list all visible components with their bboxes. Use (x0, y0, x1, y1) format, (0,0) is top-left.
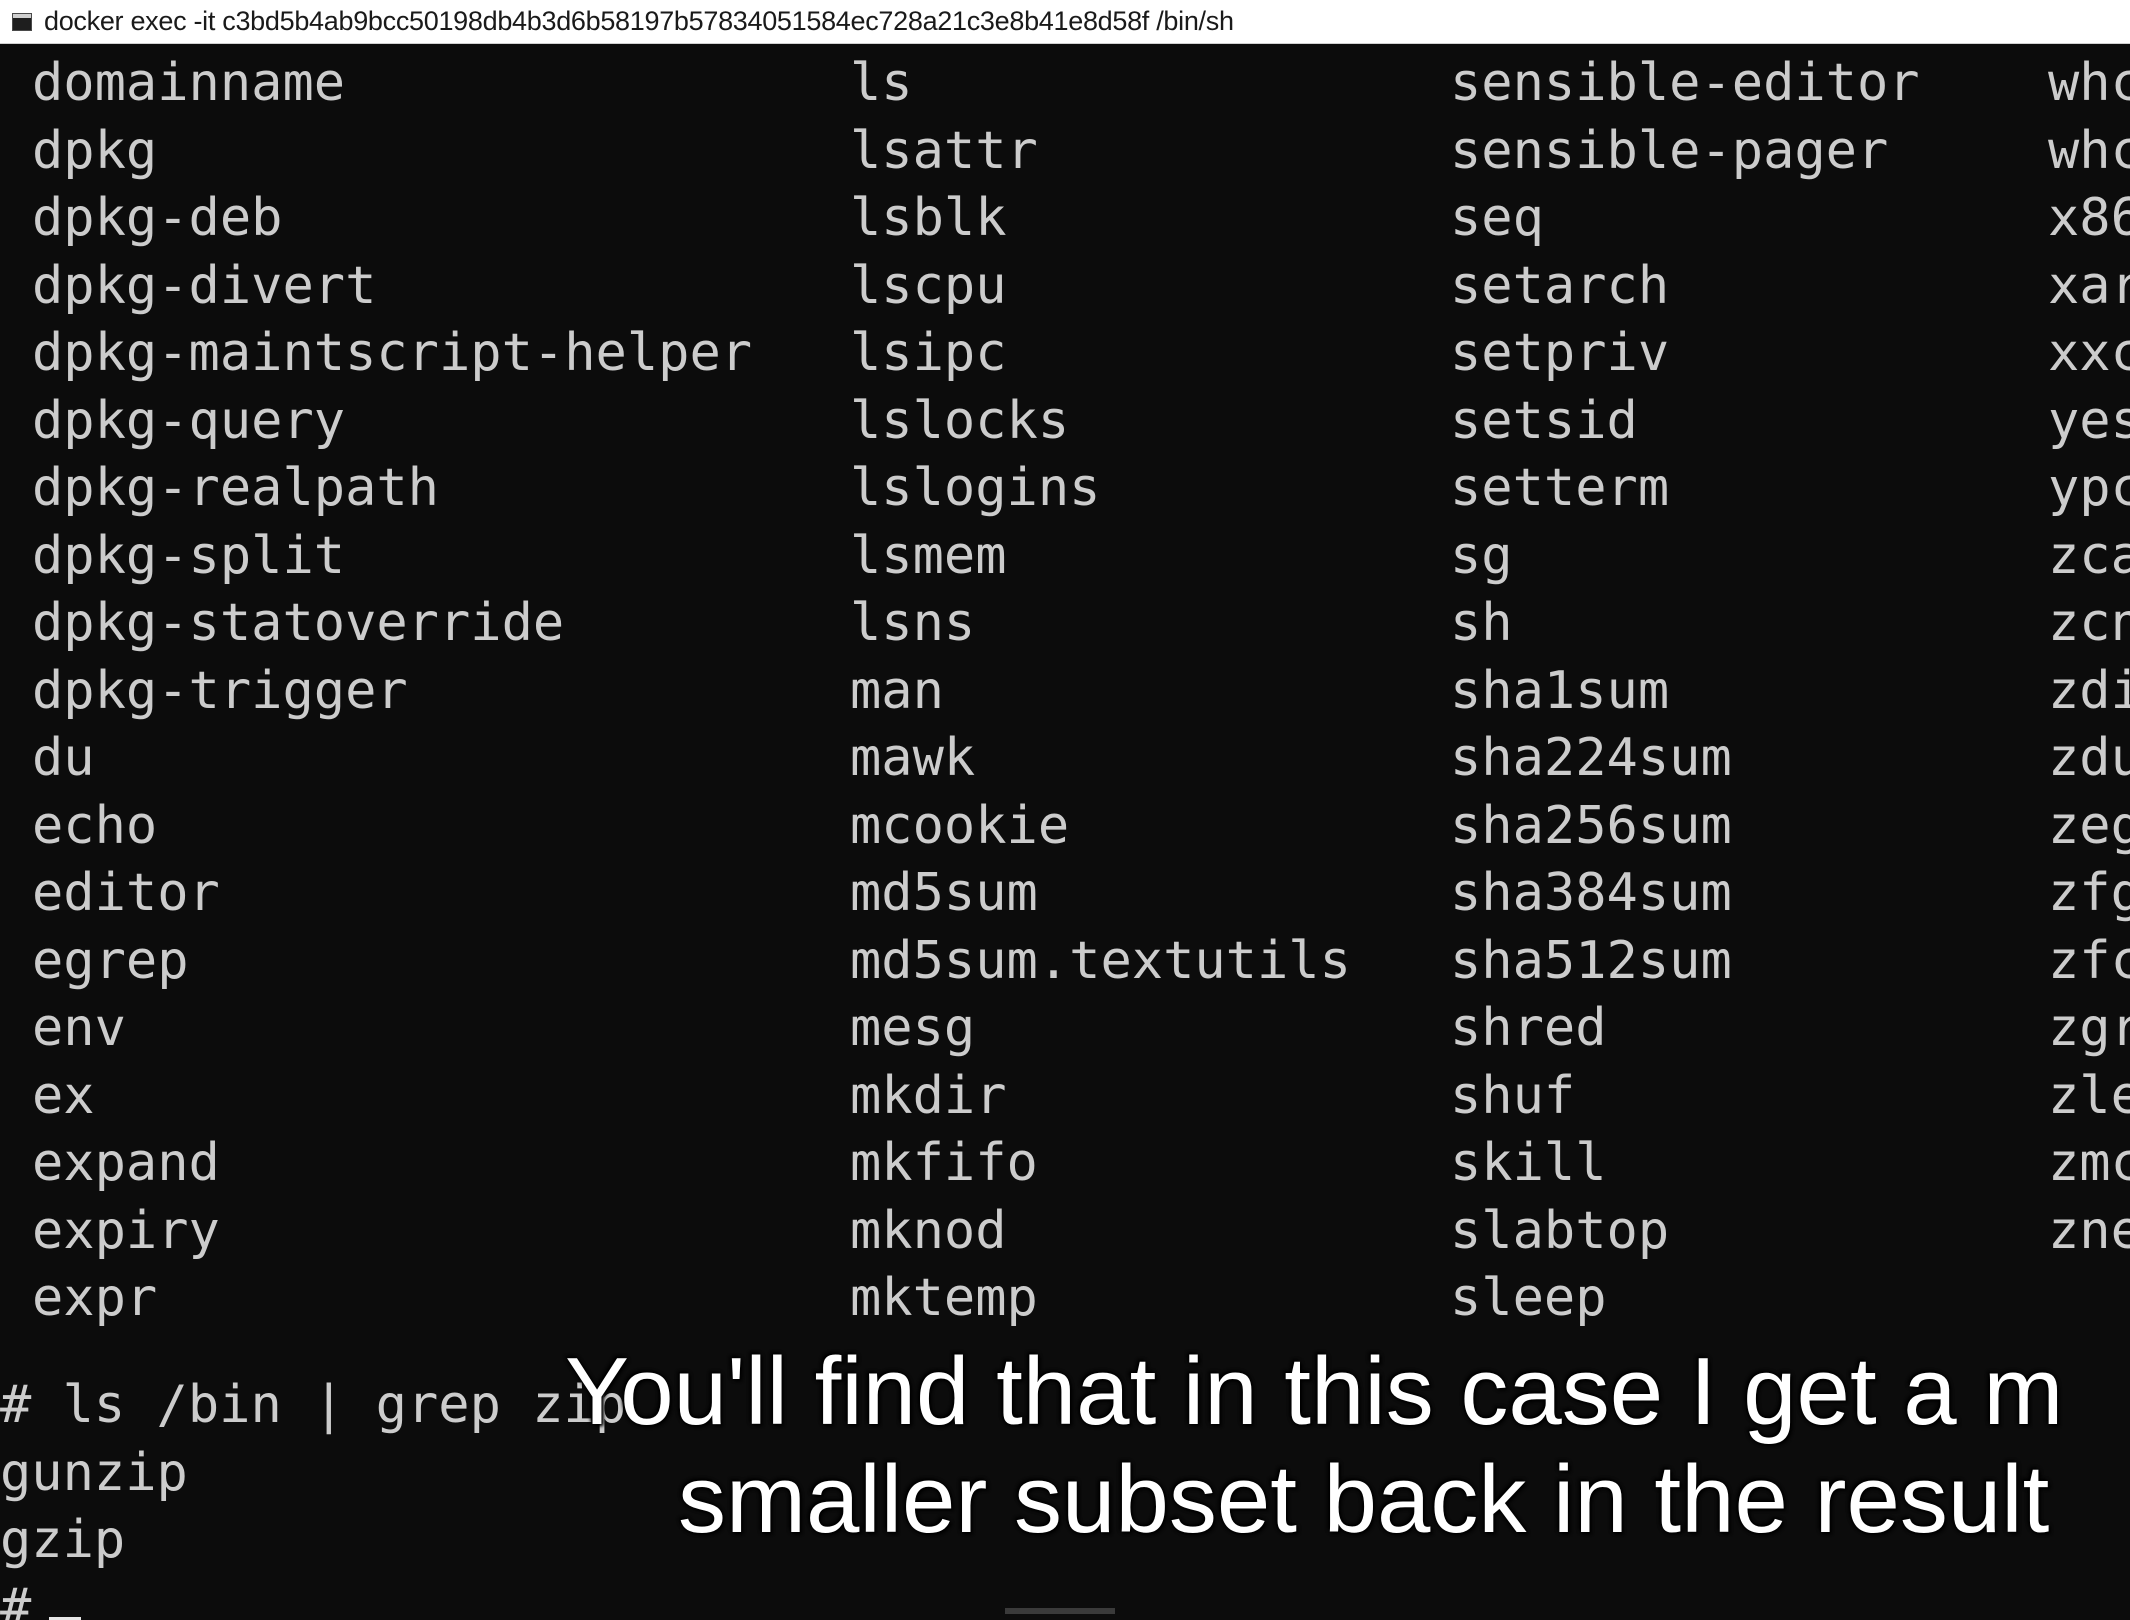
file-entry: sha512sum (1450, 930, 1732, 991)
file-entry: md5sum (850, 863, 1038, 923)
command-block: # ls /bin | grep zip gunzip gzip # (0, 1372, 626, 1620)
file-entry: mknod (850, 1200, 1007, 1261)
file-entry: sha224sum (1450, 728, 1732, 788)
file-entry: zgr (2048, 998, 2130, 1058)
file-entry: mawk (850, 728, 976, 788)
file-entry: xar (2048, 255, 2130, 316)
file-entry: lslogins (850, 458, 1101, 518)
file-entry: ex (32, 1065, 95, 1126)
file-entry: zdu (2048, 728, 2130, 788)
file-entry: dpkg-maintscript-helper (32, 323, 753, 383)
file-entry: whc (2048, 120, 2130, 181)
file-entry: expiry (32, 1200, 220, 1261)
file-entry: setpriv (1450, 323, 1670, 383)
file-entry: dpkg-split (32, 525, 346, 586)
file-entry: mktemp (850, 1268, 1038, 1328)
terminal-output[interactable]: domainname dpkg dpkg-deb dpkg-divert dpkg-ma… (0, 44, 2130, 1620)
listing-column-4: whc whc x86 xar xxc yes ypc zca zcn zdi zdu zeg zfg z… (2048, 50, 2130, 1265)
prompt-line[interactable]: # (0, 1575, 626, 1620)
file-entry: sensible-editor (1450, 53, 1920, 113)
file-entry: dpkg-deb (32, 188, 283, 248)
file-entry: zmc (2048, 1133, 2130, 1193)
file-entry: dpkg-realpath (32, 458, 439, 518)
file-entry: lsattr (850, 120, 1038, 181)
command-line: # ls /bin | grep zip (0, 1375, 627, 1435)
file-entry: shuf (1450, 1065, 1576, 1126)
file-entry: sha384sum (1450, 863, 1732, 923)
file-entry: sha1sum (1450, 660, 1670, 721)
listing-column-3: sensible-editor sensible-pager seq setarch s… (1450, 50, 1920, 1333)
file-entry: zca (2048, 525, 2130, 586)
file-entry: zfg (2048, 863, 2130, 923)
file-entry: mcookie (850, 795, 1070, 856)
file-entry: slabtop (1450, 1200, 1670, 1261)
file-entry: du (32, 728, 95, 788)
file-entry: seq (1450, 188, 1544, 248)
file-entry: env (32, 998, 126, 1058)
file-entry: setsid (1450, 390, 1638, 451)
file-entry: zfc (2048, 930, 2130, 991)
text-cursor (49, 1616, 82, 1620)
file-entry: dpkg (32, 120, 158, 181)
file-entry: setarch (1450, 255, 1670, 316)
file-entry: dpkg-statoverride (32, 593, 565, 653)
file-entry: lsmem (850, 525, 1007, 586)
file-entry: zeg (2048, 795, 2130, 856)
file-entry: skill (1450, 1133, 1607, 1193)
file-entry: lscpu (850, 255, 1007, 316)
horizontal-scrollbar-thumb[interactable] (1005, 1608, 1115, 1614)
listing-column-2: ls lsattr lsblk lscpu lsipc lslocks lslogins ls… (850, 50, 1351, 1333)
file-entry: echo (32, 795, 158, 856)
file-entry: zdi (2048, 660, 2130, 721)
file-entry: dpkg-divert (32, 255, 377, 316)
file-entry: md5sum.textutils (850, 930, 1351, 991)
prompt-symbol: # (0, 1577, 32, 1620)
file-entry: whc (2048, 53, 2130, 113)
file-entry: lsblk (850, 188, 1007, 248)
terminal-window: docker exec -it c3bd5b4ab9bcc50198db4b3d… (0, 0, 2130, 1620)
file-entry: dpkg-trigger (32, 660, 408, 721)
file-entry: mesg (850, 998, 976, 1058)
output-line: gunzip (0, 1442, 188, 1503)
file-entry: expand (32, 1133, 220, 1193)
file-entry: sensible-pager (1450, 120, 1889, 181)
file-entry: zne (2048, 1200, 2130, 1261)
file-entry: ypc (2048, 458, 2130, 518)
window-title: docker exec -it c3bd5b4ab9bcc50198db4b3d… (44, 6, 1234, 36)
file-entry: sg (1450, 525, 1513, 586)
file-entry: shred (1450, 998, 1607, 1058)
file-entry: sh (1450, 593, 1513, 653)
file-entry: sha256sum (1450, 795, 1732, 856)
file-entry: editor (32, 863, 220, 923)
console-icon (12, 12, 32, 31)
file-entry: man (850, 660, 944, 721)
file-entry: lsipc (850, 323, 1007, 383)
file-entry: zcn (2048, 593, 2130, 653)
file-entry: x86 (2048, 188, 2130, 248)
output-line: gzip (0, 1510, 126, 1570)
file-entry: setterm (1450, 458, 1670, 518)
title-bar[interactable]: docker exec -it c3bd5b4ab9bcc50198db4b3d… (0, 0, 2130, 44)
file-entry: mkfifo (850, 1133, 1038, 1193)
file-entry: egrep (32, 930, 189, 991)
file-entry: xxc (2048, 323, 2130, 383)
file-entry: sleep (1450, 1268, 1607, 1328)
file-entry: dpkg-query (32, 390, 346, 451)
file-entry: lsns (850, 593, 976, 653)
file-entry: expr (32, 1268, 158, 1328)
file-entry: lslocks (850, 390, 1070, 451)
file-entry: mkdir (850, 1065, 1007, 1126)
file-entry: domainname (32, 53, 346, 113)
listing-column-1: domainname dpkg dpkg-deb dpkg-divert dpkg-ma… (32, 50, 752, 1333)
file-entry: zle (2048, 1065, 2130, 1126)
file-entry: ls (850, 53, 913, 113)
file-entry: yes (2048, 390, 2130, 451)
